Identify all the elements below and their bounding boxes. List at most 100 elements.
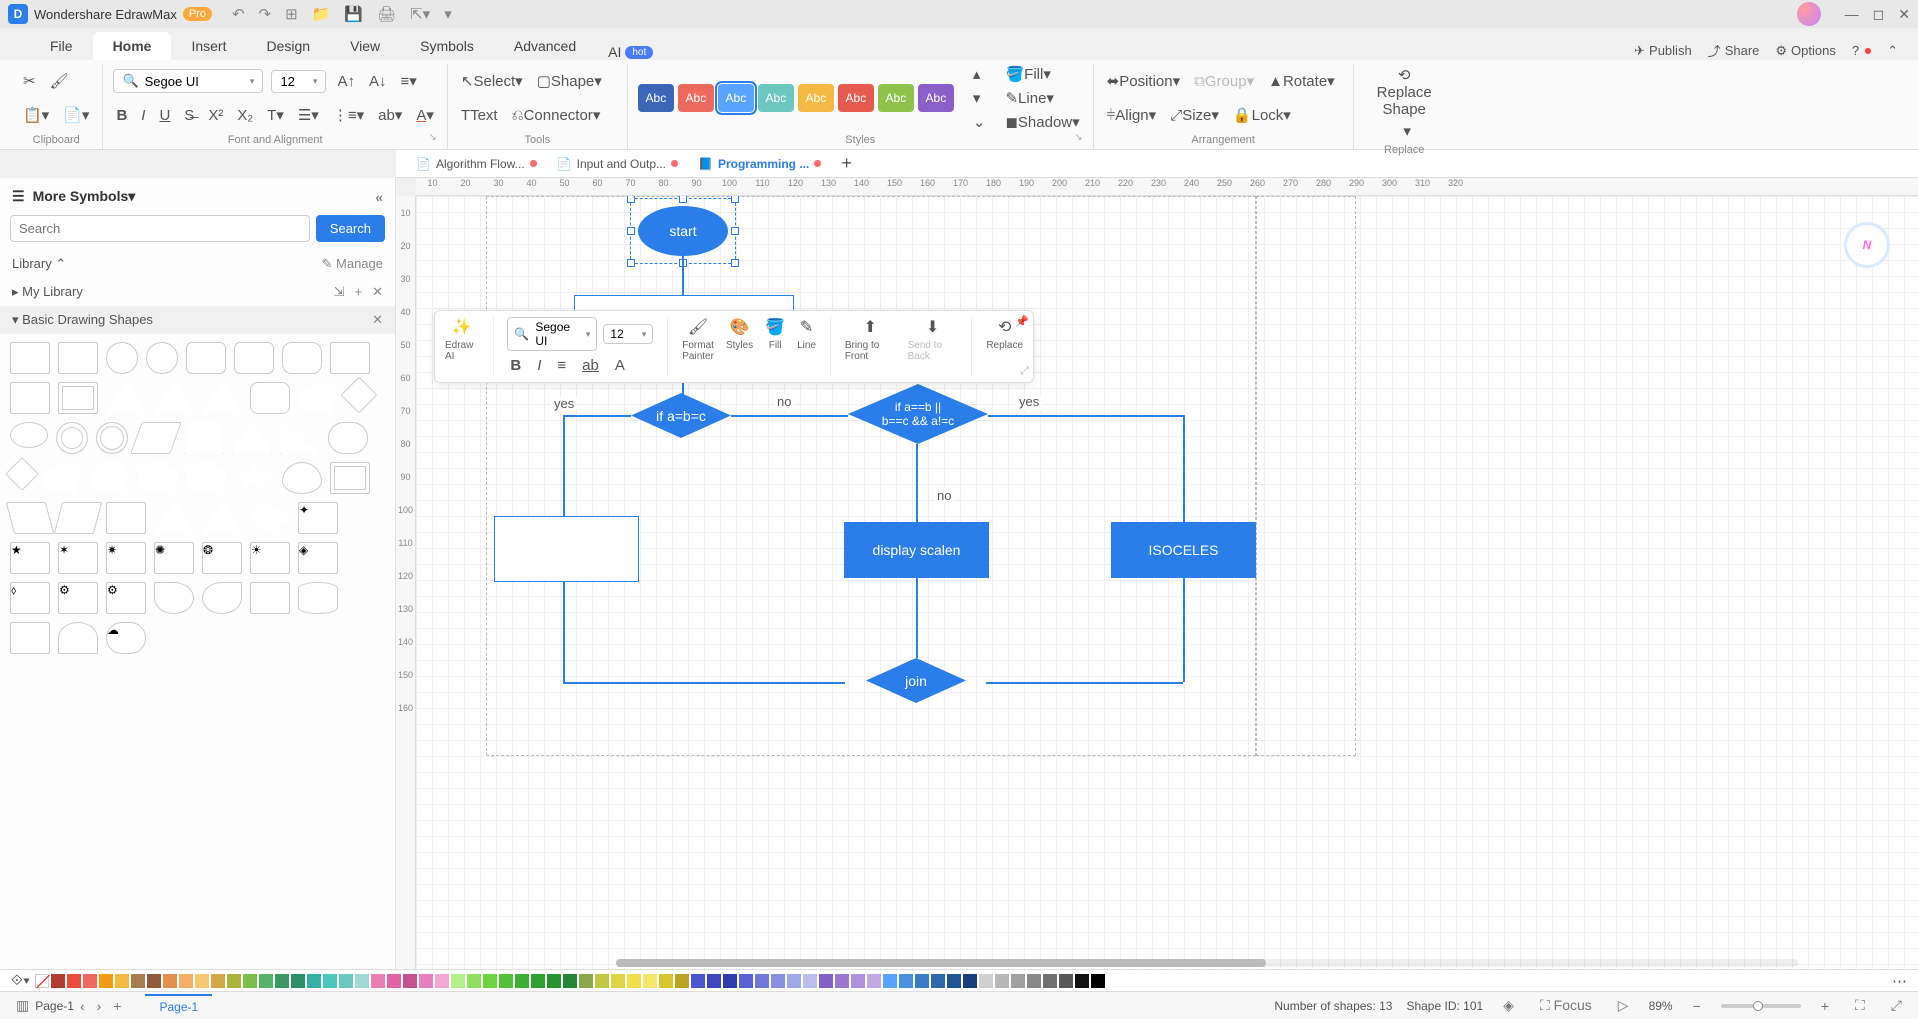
float-align-icon[interactable]: ≡	[554, 355, 569, 376]
shape-item[interactable]	[146, 342, 178, 374]
underline-icon[interactable]: U	[156, 105, 173, 126]
color-swatch[interactable]	[547, 974, 561, 988]
collapse-panel-icon[interactable]: «	[375, 189, 383, 205]
connector-line[interactable]	[916, 578, 918, 658]
connector-line[interactable]	[563, 415, 631, 417]
shape-item[interactable]	[106, 342, 138, 374]
color-swatch[interactable]	[835, 974, 849, 988]
presentation-icon[interactable]: ▷	[1612, 997, 1635, 1014]
color-swatch[interactable]	[819, 974, 833, 988]
color-swatch[interactable]	[739, 974, 753, 988]
color-swatch[interactable]	[563, 974, 577, 988]
shape-item[interactable]	[202, 382, 242, 414]
share-button[interactable]: ⤴ Share	[1708, 41, 1760, 60]
color-swatch[interactable]	[803, 974, 817, 988]
shape-item[interactable]	[186, 462, 226, 494]
color-swatch[interactable]	[1027, 974, 1041, 988]
shape-item[interactable]	[250, 382, 290, 414]
style-chip[interactable]: Abc	[718, 84, 754, 112]
text-direction-icon[interactable]: ab▾	[375, 104, 405, 126]
shape-item[interactable]: ⚙	[58, 582, 98, 614]
shape-tool-button[interactable]: ▢ Shape ▾	[534, 70, 605, 92]
shape-item[interactable]	[42, 462, 82, 494]
shape-item[interactable]	[56, 422, 88, 454]
connector-line[interactable]	[1183, 578, 1185, 682]
color-swatch[interactable]	[691, 974, 705, 988]
text-case-icon[interactable]: T▾	[264, 104, 287, 126]
float-italic-icon[interactable]: I	[534, 355, 544, 376]
color-swatch[interactable]	[243, 974, 257, 988]
library-section[interactable]: Library ⌃	[12, 256, 66, 272]
shape-item[interactable]: ✷	[106, 542, 146, 574]
open-icon[interactable]: 📁	[312, 5, 331, 23]
prev-page-icon[interactable]: ‹	[74, 998, 91, 1014]
color-swatch[interactable]	[867, 974, 881, 988]
color-swatch[interactable]	[627, 974, 641, 988]
shape-item[interactable]	[186, 342, 226, 374]
line-spacing-icon[interactable]: ☰▾	[295, 104, 322, 126]
doc-tab-1[interactable]: 📄Input and Outp...	[547, 153, 688, 175]
shape-item[interactable]	[58, 382, 98, 414]
shape-item[interactable]	[298, 582, 338, 614]
style-chip[interactable]: Abc	[798, 84, 834, 112]
style-chip[interactable]: Abc	[758, 84, 794, 112]
float-textdir-icon[interactable]: ab	[579, 355, 602, 376]
shape-item[interactable]: ☁	[106, 622, 146, 654]
shape-item[interactable]	[202, 502, 242, 534]
float-line[interactable]: ✎Line	[797, 317, 816, 376]
grow-font-icon[interactable]: A↑	[334, 71, 358, 92]
color-swatch[interactable]	[1075, 974, 1089, 988]
shape-item[interactable]	[10, 342, 50, 374]
shape-item[interactable]	[280, 422, 320, 454]
shape-process-scalen[interactable]: display scalen	[844, 522, 989, 578]
tab-ai[interactable]: AIhot	[608, 44, 653, 60]
replace-more-icon[interactable]: ▾	[1400, 120, 1414, 142]
shape-item[interactable]: ✦	[298, 502, 338, 534]
shape-item[interactable]	[282, 342, 322, 374]
shape-item[interactable]	[154, 582, 194, 614]
mylib-close-icon[interactable]: ✕	[372, 284, 383, 300]
tab-advanced[interactable]: Advanced	[494, 32, 596, 60]
shape-item[interactable]	[250, 582, 290, 614]
align-button[interactable]: ⫩ Align▾	[1104, 104, 1160, 126]
text-tool-button[interactable]: T Text	[458, 105, 501, 126]
color-swatch[interactable]	[355, 974, 369, 988]
style-chip[interactable]: Abc	[638, 84, 674, 112]
color-swatch[interactable]	[723, 974, 737, 988]
cut-icon[interactable]: ✂	[20, 70, 39, 92]
color-swatch[interactable]	[963, 974, 977, 988]
float-send-back[interactable]: ⬇Send to Back	[908, 317, 958, 376]
font-size-select[interactable]: 12▾	[271, 70, 326, 93]
shape-item[interactable]: ⚙	[106, 582, 146, 614]
color-swatch[interactable]	[707, 974, 721, 988]
maximize-icon[interactable]: ◻	[1873, 6, 1885, 23]
shape-item[interactable]	[234, 342, 274, 374]
shape-item[interactable]: ◈	[298, 542, 338, 574]
strike-icon[interactable]: S̶	[181, 105, 197, 126]
tab-design[interactable]: Design	[246, 32, 330, 60]
hamburger-icon[interactable]: ☰	[12, 188, 25, 205]
color-swatch[interactable]	[995, 974, 1009, 988]
color-swatch[interactable]	[51, 974, 65, 988]
shape-item[interactable]: ☀	[250, 542, 290, 574]
color-swatch[interactable]	[515, 974, 529, 988]
select-tool-button[interactable]: ↖ Select ▾	[458, 70, 526, 92]
float-bold-icon[interactable]: B	[507, 355, 524, 376]
bullets-icon[interactable]: ⋮≡▾	[330, 104, 367, 126]
color-swatch[interactable]	[67, 974, 81, 988]
styles-launcher-icon[interactable]: ↘	[1074, 132, 1082, 143]
shape-item[interactable]	[106, 502, 146, 534]
shape-item[interactable]	[5, 457, 39, 491]
shape-item[interactable]	[234, 462, 274, 494]
color-swatch[interactable]	[1059, 974, 1073, 988]
style-chip[interactable]: Abc	[678, 84, 714, 112]
print-icon[interactable]: 🖨	[377, 5, 396, 23]
color-swatch[interactable]	[643, 974, 657, 988]
color-swatch[interactable]	[419, 974, 433, 988]
color-swatch[interactable]	[83, 974, 97, 988]
color-swatch[interactable]	[227, 974, 241, 988]
color-swatch[interactable]	[387, 974, 401, 988]
color-swatch[interactable]	[675, 974, 689, 988]
tab-home[interactable]: Home	[93, 32, 172, 60]
shape-item[interactable]	[328, 422, 368, 454]
